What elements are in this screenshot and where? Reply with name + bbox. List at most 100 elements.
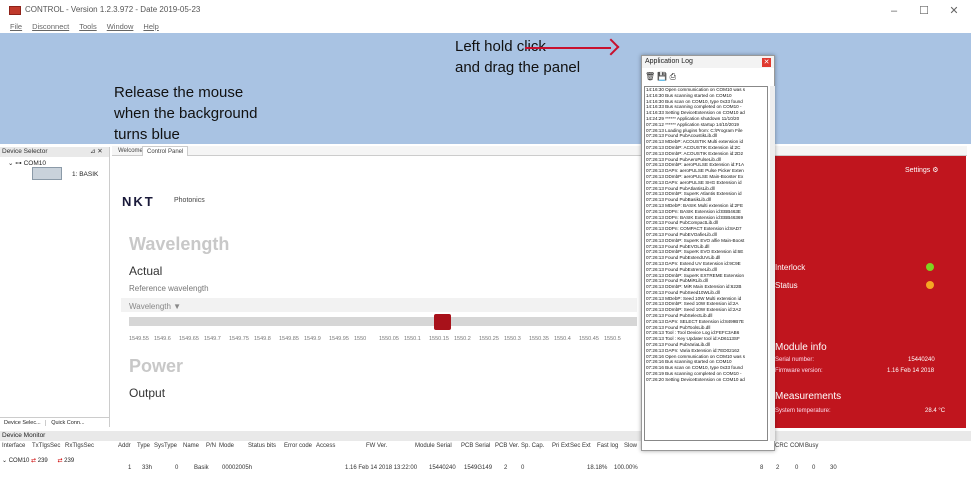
device-monitor-row[interactable]: 1 33h 0 Basik 00002005h 1.16 Feb 14 2018 13:2…: [0, 465, 971, 477]
measurements-title: Measurements: [775, 391, 842, 402]
interlock-label: Interlock: [775, 263, 806, 272]
monitor-column-header[interactable]: TxTlgsSec: [32, 443, 60, 449]
wavelength-ticks: 1549.55 1549.6 1549.65 1549.7 1549.75 1549.8 1…: [129, 336, 637, 344]
nkt-photonics-text: Photonics: [174, 197, 205, 204]
status-label: Status: [775, 281, 798, 290]
power-heading: Power: [129, 356, 184, 376]
monitor-column-header[interactable]: FW Ver.: [366, 443, 387, 449]
wavelength-tick: 1549.75: [229, 336, 249, 342]
drag-line-2: and drag the panel: [455, 59, 581, 76]
menu-disconnect[interactable]: Disconnect: [32, 22, 69, 31]
actual-label: Actual: [129, 264, 163, 278]
menu-window[interactable]: Window: [107, 22, 134, 31]
device-item-basik[interactable]: 1: BASIK: [72, 171, 98, 178]
menu-bar: File Disconnect Tools Window Help: [0, 22, 971, 33]
log-scrollbar[interactable]: [770, 86, 775, 441]
monitor-column-header[interactable]: Addr: [118, 443, 131, 449]
monitor-column-header[interactable]: P/N: [206, 443, 216, 449]
wavelength-tick: 1550.1: [404, 336, 421, 342]
device-thumbnail-icon[interactable]: [32, 167, 62, 180]
device-selector-panel: Device Selector ⊿ ✕ ⌄ ⊶ COM10 1: BASIK D…: [0, 147, 110, 427]
delete-icon[interactable]: 🗑: [645, 72, 655, 81]
tab-quick-connect[interactable]: Quick Conn...: [47, 420, 88, 426]
monitor-cell: 1: [128, 465, 132, 471]
wavelength-tick: 1550.45: [579, 336, 599, 342]
monitor-column-header[interactable]: Status bits: [248, 443, 276, 449]
annotation-arrow: [525, 47, 611, 49]
tab-control-panel[interactable]: Control Panel: [142, 146, 189, 156]
monitor-column-header[interactable]: Name: [183, 443, 199, 449]
device-selector-title: Device Selector: [2, 148, 48, 155]
monitor-column-header[interactable]: PCB Serial: [461, 443, 490, 449]
firmware-label: Firmware version:: [775, 368, 823, 374]
monitor-column-header[interactable]: Sp. Cap.: [521, 443, 544, 449]
application-log-text[interactable]: 14:16:30 Open communication on COM10 was…: [644, 86, 768, 441]
menu-tools[interactable]: Tools: [79, 22, 97, 31]
wavelength-tick: 1549.8: [254, 336, 271, 342]
monitor-column-header[interactable]: CRC: [775, 443, 788, 449]
wavelength-tick: 1550.05: [379, 336, 399, 342]
monitor-column-header[interactable]: Slow: [624, 443, 637, 449]
serial-label: Serial number:: [775, 357, 815, 363]
title-bar: CONTROL - Version 1.2.3.972 - Date 2019-…: [0, 0, 971, 22]
monitor-cell: 18.18%: [587, 465, 608, 471]
system-temperature-label: System temperature:: [775, 408, 831, 414]
status-indicator: [926, 281, 934, 289]
serial-value: 15440240: [908, 357, 935, 363]
wavelength-tick: 1550: [354, 336, 367, 342]
pin-icon[interactable]: ⊿ ✕: [90, 147, 103, 157]
wavelength-tick: 1549.7: [204, 336, 221, 342]
monitor-cell: 8: [760, 465, 764, 471]
reference-wavelength-label: Reference wavelength: [129, 284, 209, 293]
device-monitor-header: Device Monitor: [0, 431, 971, 441]
application-log-close-icon[interactable]: ✕: [762, 58, 771, 67]
settings-label: Settings: [905, 167, 931, 174]
wavelength-tick: 1550.3: [504, 336, 521, 342]
monitor-column-header[interactable]: Type: [137, 443, 150, 449]
monitor-rx: 239: [64, 458, 75, 464]
monitor-column-header[interactable]: Sec Ext: [570, 443, 591, 449]
application-log-titlebar[interactable]: Application Log: [642, 56, 774, 68]
device-monitor-title: Device Monitor: [2, 432, 46, 439]
release-line-2: when the background: [114, 105, 258, 122]
minimize-button[interactable]: –: [883, 3, 905, 19]
monitor-column-header[interactable]: PCB Ver.: [495, 443, 519, 449]
menu-help[interactable]: Help: [143, 22, 158, 31]
save-icon[interactable]: 💾: [657, 72, 667, 81]
monitor-column-header[interactable]: COM: [790, 443, 804, 449]
gear-icon: ⚙: [932, 167, 939, 174]
menu-file[interactable]: File: [10, 22, 22, 31]
wavelength-tick: 1549.85: [279, 336, 299, 342]
print-icon[interactable]: ⎙: [670, 72, 676, 81]
monitor-cell: 33h: [142, 465, 153, 471]
monitor-cell: 1549G149: [464, 465, 493, 471]
wavelength-tick: 1550.2: [454, 336, 471, 342]
tab-device-selector[interactable]: Device Selec...: [0, 420, 46, 426]
monitor-interface: COM10: [8, 458, 30, 464]
monitor-column-header[interactable]: Busy: [805, 443, 818, 449]
maximize-button[interactable]: ☐: [913, 3, 935, 19]
monitor-column-header[interactable]: Pri Ext: [552, 443, 570, 449]
wavelength-slider-handle[interactable]: [434, 314, 451, 330]
monitor-column-header[interactable]: RxTlgsSec: [65, 443, 94, 449]
wavelength-dropdown[interactable]: Wavelength ▼: [129, 302, 181, 311]
monitor-cell: 0: [175, 465, 179, 471]
monitor-cell: 2: [504, 465, 508, 471]
application-log-panel[interactable]: Application Log ✕ 🗑 💾 ⎙ 14:16:30 Open co…: [641, 55, 775, 451]
wavelength-slider-track[interactable]: [129, 317, 637, 326]
monitor-interface-row[interactable]: ⌄ COM10 ⇄ 239 ⇄ 239: [2, 457, 74, 464]
monitor-column-header[interactable]: Interface: [2, 443, 25, 449]
monitor-column-header[interactable]: Module Serial: [415, 443, 452, 449]
close-button[interactable]: ✕: [943, 3, 965, 19]
wavelength-tick: 1550.4: [554, 336, 571, 342]
settings-button[interactable]: Settings ⚙: [905, 166, 939, 174]
monitor-column-header[interactable]: SysType: [154, 443, 177, 449]
wavelength-tick: 1549.9: [304, 336, 321, 342]
monitor-column-header[interactable]: Access: [316, 443, 335, 449]
monitor-column-header[interactable]: Mode: [219, 443, 234, 449]
tree-port[interactable]: ⌄ ⊶ COM10: [8, 159, 46, 167]
wavelength-tick: 1550.15: [429, 336, 449, 342]
monitor-column-header[interactable]: Error code: [284, 443, 312, 449]
monitor-column-header[interactable]: Fast log: [597, 443, 618, 449]
wavelength-tick: 1549.6: [154, 336, 171, 342]
